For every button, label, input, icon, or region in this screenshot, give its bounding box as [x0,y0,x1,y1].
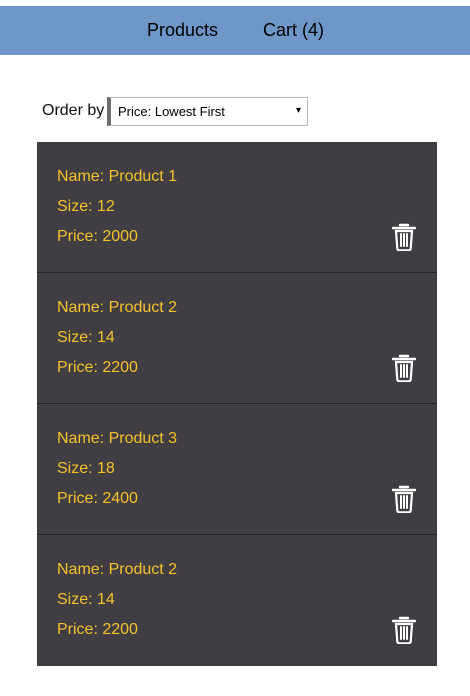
delete-product-button[interactable] [392,223,416,251]
product-item: Name: Product 2 Size: 14 Price: 2200 [37,273,437,404]
product-name: Name: Product 3 [57,430,178,447]
dropdown-arrow-icon: ▾ [295,105,301,116]
trash-icon [392,354,416,382]
trash-icon [392,223,416,251]
product-size: Size: 18 [57,460,115,477]
delete-product-button[interactable] [392,616,416,644]
product-item: Name: Product 3 Size: 18 Price: 2400 [37,404,437,535]
delete-product-button[interactable] [392,354,416,382]
nav-cart-link[interactable]: Cart (4) [263,19,324,41]
top-navbar: Products Cart (4) [0,6,470,55]
product-name: Name: Product 1 [57,168,178,185]
order-select[interactable]: Price: Lowest First ▾ [107,97,308,126]
product-price: Price: 2200 [57,621,138,638]
delete-product-button[interactable] [392,485,416,513]
nav-products-link[interactable]: Products [147,19,218,41]
order-by-label: Order by [42,102,105,119]
trash-icon [392,485,416,513]
product-size: Size: 14 [57,329,115,346]
product-item: Name: Product 1 Size: 12 Price: 2000 [37,142,437,273]
product-name: Name: Product 2 [57,299,178,316]
shopping-page: Products Cart (4) Order by Price: Lowest… [0,0,470,696]
product-item: Name: Product 2 Size: 14 Price: 2200 [37,535,437,666]
product-size: Size: 12 [57,198,115,215]
product-size: Size: 14 [57,591,115,608]
product-price: Price: 2200 [57,359,138,376]
product-name: Name: Product 2 [57,561,178,578]
product-price: Price: 2000 [57,228,138,245]
product-price: Price: 2400 [57,490,138,507]
product-list: Name: Product 1 Size: 12 Price: 2000 Nam… [37,142,437,666]
order-select-value: Price: Lowest First [118,104,225,119]
trash-icon [392,616,416,644]
